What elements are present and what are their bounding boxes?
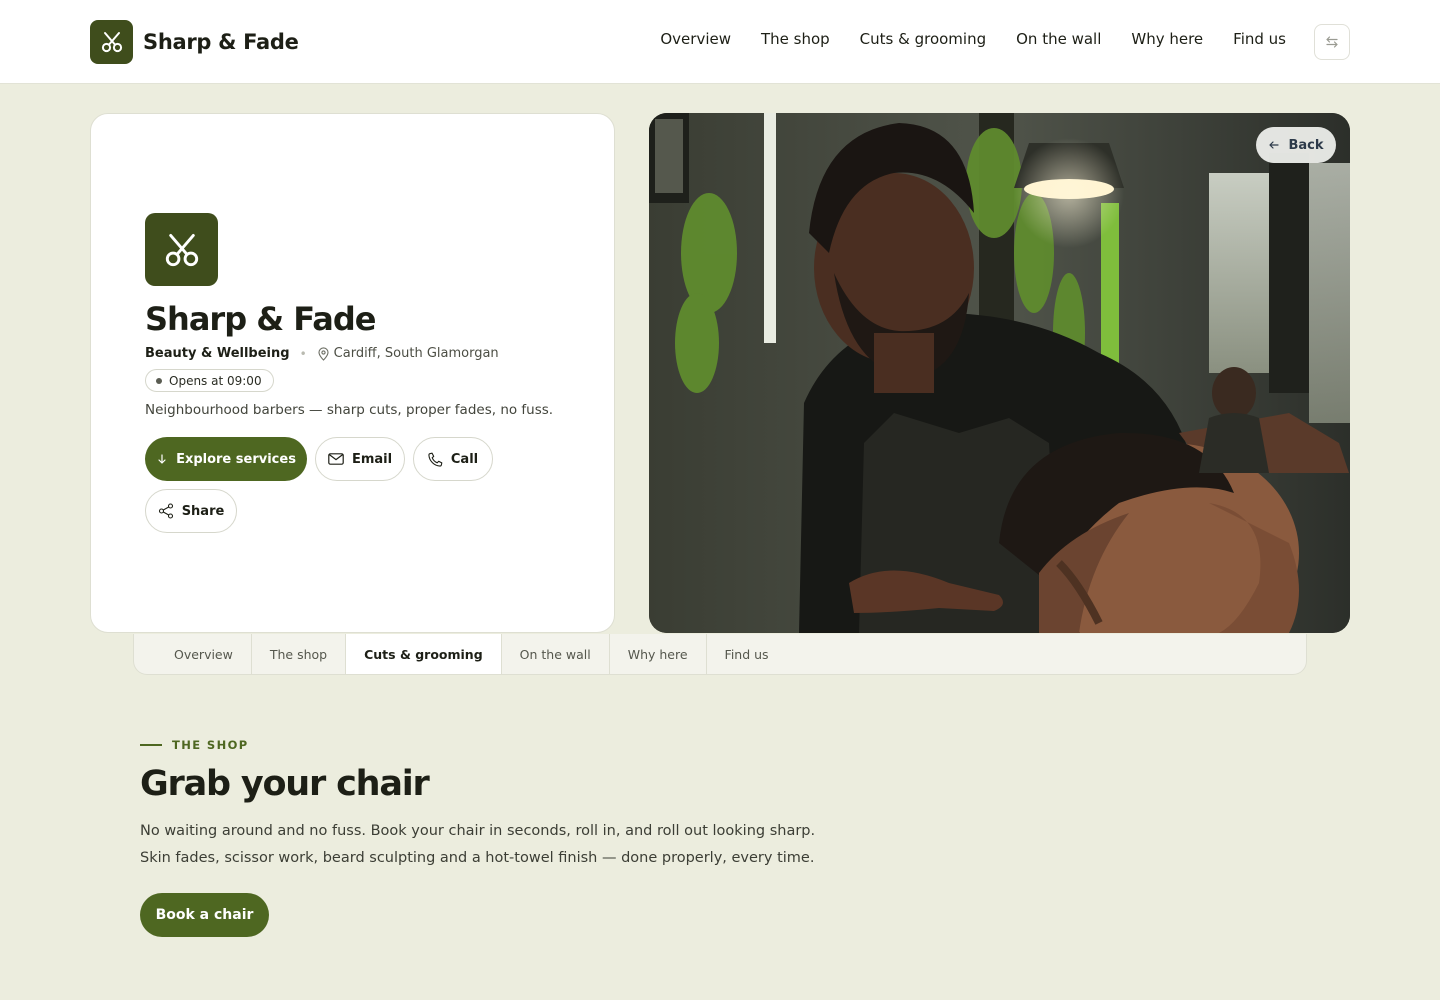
business-title: Sharp & Fade: [145, 300, 376, 338]
brand[interactable]: Sharp & Fade: [90, 20, 299, 64]
tab-why-here[interactable]: Why here: [610, 634, 707, 674]
swap-arrows-icon: [1326, 36, 1338, 48]
call-button[interactable]: Call: [413, 437, 493, 481]
share-icon: [158, 503, 173, 519]
arrow-down-icon: [158, 454, 166, 464]
book-chair-button[interactable]: Book a chair: [140, 893, 269, 937]
phone-icon: [428, 452, 443, 467]
brand-name: Sharp & Fade: [143, 30, 299, 54]
tab-find-us[interactable]: Find us: [707, 634, 787, 674]
tab-the-shop[interactable]: The shop: [252, 634, 347, 674]
mail-icon: [328, 453, 344, 465]
business-category: Beauty & Wellbeing: [145, 346, 290, 361]
open-status-text: Opens at 09:00: [169, 373, 262, 388]
call-label: Call: [450, 451, 479, 467]
map-pin-icon: [318, 346, 329, 361]
section-tabs: Overview The shop Cuts & grooming On the…: [133, 634, 1307, 675]
share-label: Share: [181, 503, 225, 519]
share-button[interactable]: Share: [145, 489, 237, 533]
status-dot-icon: [156, 377, 162, 384]
nav-why-here[interactable]: Why here: [1131, 30, 1203, 48]
scissors-icon: [145, 213, 218, 286]
top-navbar: Sharp & Fade Overview The shop Cuts & gr…: [0, 0, 1440, 84]
explore-services-label: Explore services: [176, 451, 296, 467]
hero-card: Sharp & Fade Beauty & Wellbeing • Cardif…: [90, 113, 615, 633]
tab-overview[interactable]: Overview: [156, 634, 252, 674]
email-label: Email: [351, 451, 393, 467]
section-body-line: Skin fades, scissor work, beard sculptin…: [140, 850, 815, 866]
tab-cuts-grooming[interactable]: Cuts & grooming: [345, 634, 502, 674]
business-tagline: Neighbourhood barbers — sharp cuts, prop…: [145, 402, 554, 418]
eyebrow-text: THE SHOP: [172, 738, 249, 752]
back-button[interactable]: Back: [1256, 127, 1336, 163]
location-text: Cardiff, South Glamorgan: [333, 346, 499, 361]
swap-button[interactable]: [1314, 24, 1350, 60]
nav-the-shop[interactable]: The shop: [761, 30, 830, 48]
eyebrow-divider: [140, 744, 162, 746]
back-label: Back: [1288, 137, 1324, 153]
scissors-icon: [90, 20, 133, 64]
main-nav: Overview The shop Cuts & grooming On the…: [660, 30, 1286, 48]
section-body-line: No waiting around and no fuss. Book your…: [140, 823, 816, 839]
hero-photo-barber: [649, 113, 1350, 633]
section-body: No waiting around and no fuss. Book your…: [140, 818, 840, 872]
tab-on-the-wall[interactable]: On the wall: [502, 634, 610, 674]
section-title: Grab your chair: [140, 764, 430, 804]
open-status-badge: Opens at 09:00: [145, 369, 274, 392]
business-meta: Beauty & Wellbeing • Cardiff, South Glam…: [145, 346, 499, 361]
nav-on-the-wall[interactable]: On the wall: [1016, 30, 1101, 48]
section-eyebrow: THE SHOP: [140, 738, 249, 752]
nav-cuts-grooming[interactable]: Cuts & grooming: [860, 30, 986, 48]
nav-find-us[interactable]: Find us: [1233, 30, 1286, 48]
business-location: Cardiff, South Glamorgan: [317, 346, 499, 361]
meta-separator: •: [299, 346, 307, 361]
explore-services-button[interactable]: Explore services: [145, 437, 307, 481]
email-button[interactable]: Email: [315, 437, 405, 481]
arrow-left-icon: [1269, 141, 1280, 149]
nav-overview[interactable]: Overview: [660, 30, 731, 48]
